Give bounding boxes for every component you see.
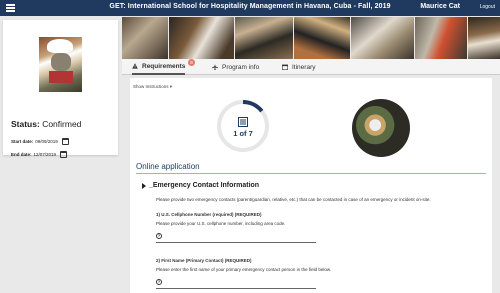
form-intro-text: Please provide two emergency contacts (p… [156,197,431,202]
banner-photo [235,17,294,59]
requirements-panel: Show Instructions ▾ 1 of 7 Online applic… [130,78,492,293]
banner-photo [294,17,350,59]
banner-photo [168,17,235,59]
banner-photo [468,17,500,59]
caret-right-icon [142,182,146,189]
tab-label: Program info [222,63,260,71]
show-instructions-toggle[interactable]: Show Instructions ▾ [133,84,172,90]
photo-banner [122,17,500,59]
document-list-icon [238,117,248,127]
logout-link[interactable]: Logout [480,4,495,10]
program-photo [39,37,82,92]
calendar-icon [282,64,288,70]
status-label: Status: [11,119,40,129]
section-title: Online application [136,162,486,174]
user-name[interactable]: Maurice Cat [420,3,460,10]
program-tabs: Requirements 8 Program info Itinerary [122,59,500,75]
status-value: Confirmed [42,119,82,129]
top-header-bar: GET: International School for Hospitalit… [0,0,500,16]
first-name-input[interactable] [156,288,316,289]
end-date-label: End date: [11,152,32,157]
progress-count: 1 of 7 [233,129,253,138]
help-icon[interactable]: ? [156,233,162,239]
start-date-value: 09/09/2019 [35,139,58,144]
banner-photo [350,17,415,59]
banner-photo [122,17,168,59]
tab-program-info[interactable]: Program info [212,59,259,75]
calendar-icon[interactable] [61,138,69,145]
cellphone-input[interactable] [156,242,316,243]
tab-label: Itinerary [292,63,316,71]
question-label: 2) First Name (Primary Contact) (REQUIRE… [156,258,252,263]
form-section-heading: _Emergency Contact Information [149,182,260,189]
help-icon[interactable]: ? [156,279,162,285]
program-circle-photo [352,99,410,157]
warning-icon [132,63,138,69]
tab-itinerary[interactable]: Itinerary [282,59,315,75]
form-section-toggle[interactable]: _Emergency Contact Information [142,182,259,189]
requirements-count-badge: 8 [188,59,195,66]
question-label: 1) U.S. Cellphone Number (required) (REQ… [156,212,262,217]
program-summary-card: Status: Confirmed Start date: 09/09/2019… [3,20,118,158]
start-date-label: Start date: [11,139,34,144]
end-date-row: End date: 12/07/2019 [11,151,68,158]
start-date-row: Start date: 09/09/2019 [11,138,69,145]
show-instructions-label: Show Instructions [133,84,169,89]
status-text: Status: Confirmed [11,119,81,129]
question-description: Please enter the first name of your prim… [156,267,332,272]
airplane-icon [212,64,218,70]
tab-label: Requirements [142,62,186,70]
chevron-down-icon: ▾ [169,84,173,89]
end-date-value: 12/07/2019 [33,152,57,157]
tab-requirements[interactable]: Requirements [132,59,186,75]
calendar-icon[interactable] [60,151,68,158]
question-description: Please provide your U.S. cellphone numbe… [156,221,286,226]
progress-ring: 1 of 7 [216,99,270,153]
banner-photo [415,17,468,59]
